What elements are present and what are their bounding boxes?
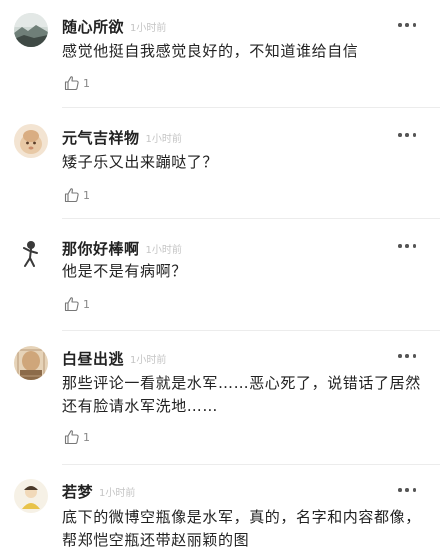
more-dots-icon[interactable] [398,353,416,359]
like-button[interactable]: 1 [64,187,90,203]
comment-timestamp: 1小时前 [145,134,182,145]
avatar[interactable] [14,479,48,513]
like-count: 1 [83,297,90,311]
like-count: 1 [83,430,90,444]
comment-text: 那些评论一看就是水军……恶心死了，说错话了居然还有脸请水军洗地…… [62,374,421,415]
thumbs-up-icon [64,188,79,203]
thumbs-up-icon [64,430,79,445]
like-count: 1 [83,76,90,90]
more-dots-icon[interactable] [398,22,416,28]
comment-username[interactable]: 随心所欲 1小时前 [62,16,166,37]
comment-text: 感觉他挺自我感觉良好的，不知道谁给自信 [62,42,359,60]
comment-item: 元气吉祥物 1小时前 矮子乐又出来蹦哒了？ 1 [0,108,440,219]
comment-text: 他是不是有病啊？ [62,262,187,280]
comment-username[interactable]: 若梦 1小时前 [62,481,135,502]
more-dots-icon[interactable] [398,487,416,493]
like-button[interactable]: 1 [64,296,90,312]
comment-list: 随心所欲 1小时前 感觉他挺自我感觉良好的，不知道谁给自信 1 元气吉祥物 1小… [0,0,440,554]
comment-item: 白昼出逃 1小时前 那些评论一看就是水军……恶心死了，说错话了居然还有脸请水军洗地… [0,331,440,465]
like-button[interactable]: 1 [64,75,90,91]
comment-text: 底下的微博空瓶像是水军，真的，名字和内容都像，帮郑恺空瓶还带赵丽颖的图 [62,508,421,549]
comment-text: 矮子乐又出来蹦哒了？ [62,153,219,171]
avatar[interactable] [14,236,48,270]
thumbs-up-icon [64,297,79,312]
comment-timestamp: 1小时前 [99,488,136,499]
more-dots-icon[interactable] [398,132,416,138]
like-count: 1 [83,188,90,202]
comment-timestamp: 1小时前 [145,245,182,256]
comment-item: 随心所欲 1小时前 感觉他挺自我感觉良好的，不知道谁给自信 1 [0,0,440,108]
comment-username[interactable]: 那你好棒啊 1小时前 [62,238,182,259]
comment-username[interactable]: 元气吉祥物 1小时前 [62,127,182,148]
avatar[interactable] [14,124,48,158]
like-button[interactable]: 1 [64,429,90,445]
comment-timestamp: 1小时前 [130,23,167,34]
avatar[interactable] [14,346,48,380]
comment-item: 若梦 1小时前 底下的微博空瓶像是水军，真的，名字和内容都像，帮郑恺空瓶还带赵丽颖… [0,465,440,554]
comment-timestamp: 1小时前 [130,355,167,366]
more-dots-icon[interactable] [398,243,416,249]
avatar[interactable] [14,13,48,47]
thumbs-up-icon [64,76,79,91]
comment-item: 那你好棒啊 1小时前 他是不是有病啊？ 1 [0,219,440,331]
comment-username[interactable]: 白昼出逃 1小时前 [62,348,166,369]
